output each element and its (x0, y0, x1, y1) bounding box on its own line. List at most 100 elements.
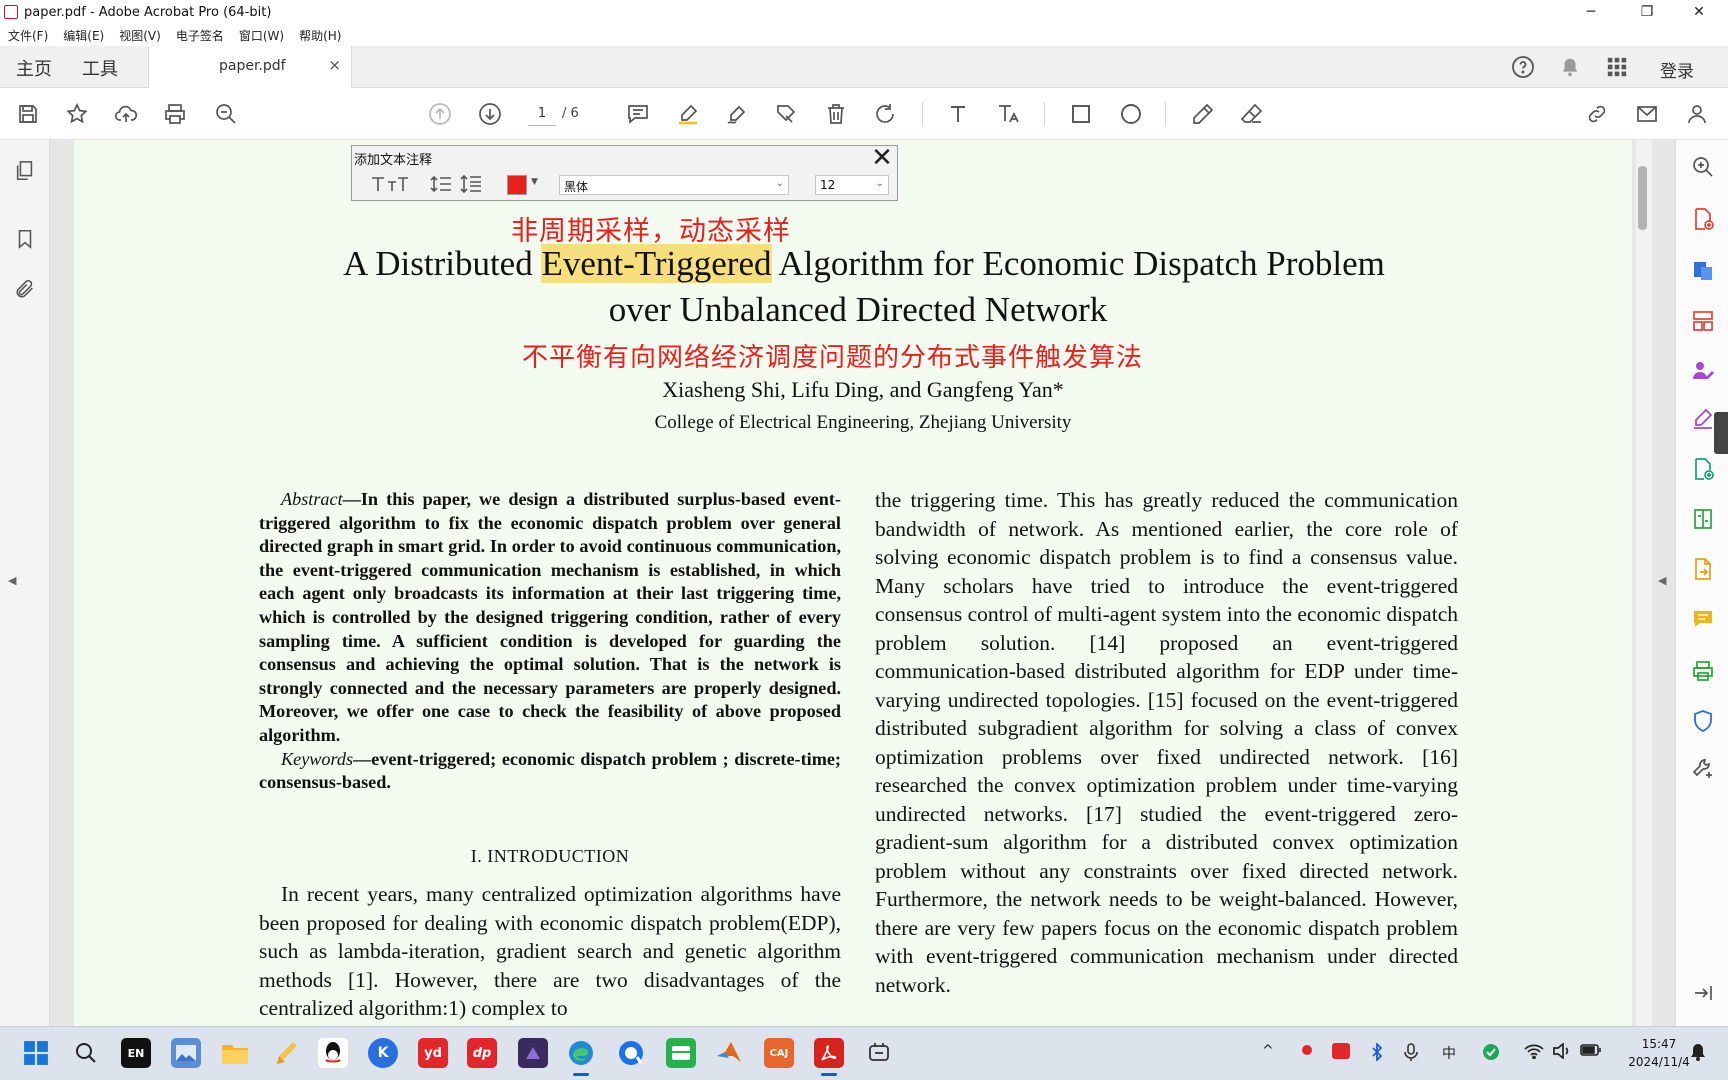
paragraph-spacing-icon[interactable] (460, 174, 482, 198)
delete-icon[interactable] (822, 100, 850, 128)
protect-shield-icon[interactable] (1690, 708, 1716, 734)
panel-resize-handle[interactable] (1714, 412, 1728, 454)
ellipse-icon[interactable] (1117, 100, 1145, 128)
text-annotation-top[interactable]: 非周期采样，动态采样 (511, 209, 791, 248)
help-icon[interactable] (1510, 55, 1536, 79)
zoom-in-icon[interactable] (1690, 154, 1716, 180)
print-production-icon[interactable] (1690, 658, 1716, 684)
tab-tools[interactable]: 工具 (82, 55, 118, 81)
share-link-icon[interactable] (1583, 100, 1611, 128)
edge-icon[interactable] (566, 1038, 596, 1076)
previous-page-icon[interactable] (426, 100, 454, 128)
menu-edit[interactable]: 编辑(E) (63, 27, 104, 44)
comment-icon[interactable] (624, 100, 652, 128)
search-icon[interactable] (71, 1038, 101, 1068)
zoom-out-search-icon[interactable] (212, 100, 240, 128)
menu-file[interactable]: 文件(F) (8, 27, 48, 44)
acrobat-icon[interactable] (814, 1038, 844, 1076)
restore-button[interactable]: ❐ (1624, 0, 1670, 24)
qq-icon[interactable] (318, 1038, 348, 1068)
export-pdf-icon[interactable] (1690, 258, 1716, 284)
matlab-icon[interactable] (714, 1038, 744, 1068)
tray-green-app-icon[interactable] (1482, 1043, 1500, 1065)
highlighted-term[interactable]: Event-Triggered (541, 244, 772, 283)
windows-taskbar: EN K yd dp CAJ ^ 中 15:47 2024/11/4 (0, 1026, 1728, 1080)
close-annotation-toolbar-button[interactable]: ✕ (869, 145, 895, 171)
notification-center-icon[interactable] (1690, 1043, 1706, 1065)
tab-document[interactable]: paper.pdf × (148, 46, 352, 88)
menu-help[interactable]: 帮助(H) (299, 27, 341, 44)
pencil-icon[interactable] (1189, 100, 1217, 128)
text-annotation-middle[interactable]: 不平衡有向网络经济调度问题的分布式事件触发算法 (522, 337, 1143, 374)
color-dropdown-icon[interactable]: ▼ (531, 177, 538, 187)
photos-icon[interactable] (171, 1038, 201, 1068)
tray-overflow-icon[interactable]: ^ (1262, 1043, 1274, 1059)
tray-record-icon[interactable] (1300, 1043, 1314, 1061)
notepad-icon[interactable] (270, 1038, 300, 1068)
stamp-icon[interactable] (772, 100, 800, 128)
apps-grid-icon[interactable] (1604, 55, 1630, 79)
tray-youdao-icon[interactable] (1332, 1043, 1350, 1063)
text-color-swatch[interactable] (507, 175, 527, 195)
browser-icon[interactable] (616, 1038, 646, 1068)
rectangle-icon[interactable] (1067, 100, 1095, 128)
highlight-pen-icon[interactable] (674, 100, 702, 128)
request-signature-icon[interactable] (1690, 358, 1716, 384)
collapse-right-panel-icon[interactable]: ◀ (1658, 574, 1666, 587)
page-number-input[interactable]: 1 (528, 102, 556, 126)
print-icon[interactable] (161, 100, 189, 128)
k-app-icon[interactable]: K (368, 1038, 398, 1068)
battery-icon[interactable] (1580, 1043, 1602, 1061)
save-icon[interactable] (14, 100, 42, 128)
comment-tool-icon[interactable] (1690, 606, 1716, 632)
next-page-icon[interactable] (476, 100, 504, 128)
bookmark-star-icon[interactable] (63, 100, 91, 128)
close-window-button[interactable]: ✕ (1676, 0, 1722, 24)
fill-and-sign-icon[interactable] (1690, 406, 1716, 432)
youdao-icon[interactable]: yd (418, 1038, 448, 1068)
collapse-left-panel-icon[interactable]: ◀ (8, 574, 16, 587)
upload-cloud-icon[interactable] (112, 100, 140, 128)
more-tools-icon[interactable] (1690, 756, 1716, 782)
eraser-icon[interactable] (1238, 100, 1266, 128)
export-file-icon[interactable] (1690, 556, 1716, 582)
wechat-icon[interactable] (666, 1038, 696, 1068)
caj-icon[interactable]: CAJ (764, 1038, 794, 1068)
en-app-icon[interactable]: EN (121, 1038, 151, 1068)
email-icon[interactable] (1633, 100, 1661, 128)
font-size-select[interactable]: 12 ⌄ (815, 175, 889, 195)
edit-pdf-icon[interactable] (1690, 456, 1716, 482)
input-method-indicator[interactable]: 中 (1442, 1043, 1456, 1063)
line-spacing-icon[interactable] (430, 174, 452, 198)
font-size-adjust-icon[interactable] (370, 174, 410, 198)
sign-pen-icon[interactable] (723, 100, 751, 128)
snipping-icon[interactable] (864, 1038, 894, 1068)
dp-app-icon[interactable]: dp (467, 1038, 497, 1068)
wifi-icon[interactable] (1524, 1043, 1544, 1063)
notification-bell-icon[interactable] (1557, 55, 1583, 79)
text-annotation-icon[interactable] (994, 100, 1022, 128)
menu-window[interactable]: 窗口(W) (239, 27, 284, 44)
undo-rotate-icon[interactable] (871, 100, 899, 128)
compare-files-icon[interactable] (1690, 506, 1716, 532)
bluetooth-icon[interactable] (1370, 1041, 1384, 1065)
menu-view[interactable]: 视图(V) (119, 27, 161, 44)
font-family-select[interactable]: 黑体 ⌄ (559, 175, 789, 195)
create-pdf-icon[interactable] (1690, 206, 1716, 232)
scrollbar-thumb[interactable] (1638, 166, 1647, 230)
start-icon[interactable] (21, 1038, 51, 1068)
volume-icon[interactable] (1552, 1042, 1572, 1063)
organize-pages-icon[interactable] (1690, 308, 1716, 334)
menu-esign[interactable]: 电子签名 (176, 27, 224, 44)
page-thumbnails-icon[interactable] (12, 158, 38, 184)
tab-home[interactable]: 主页 (16, 55, 52, 81)
file-explorer-icon[interactable] (220, 1038, 250, 1068)
collapse-tools-panel-icon[interactable] (1690, 980, 1716, 1006)
close-tab-button[interactable]: × (328, 56, 341, 74)
microphone-icon[interactable] (1404, 1043, 1418, 1065)
add-user-icon[interactable] (1683, 100, 1711, 128)
login-button[interactable]: 登录 (1660, 57, 1694, 82)
game-icon[interactable] (518, 1038, 548, 1068)
minimize-button[interactable]: ─ (1568, 0, 1614, 24)
add-text-icon[interactable] (944, 100, 972, 128)
